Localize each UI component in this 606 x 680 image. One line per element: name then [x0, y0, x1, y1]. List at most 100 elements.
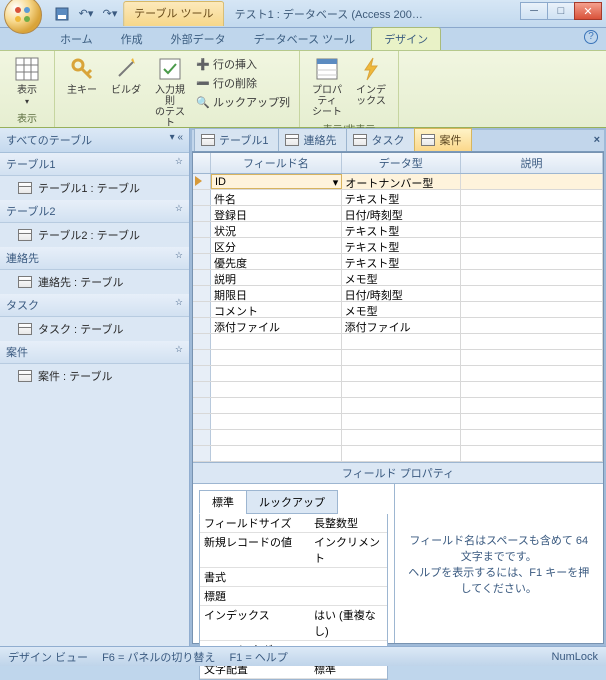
nav-group-header[interactable]: 案件☆: [0, 341, 189, 364]
table-icon: [18, 370, 32, 382]
table-icon: [18, 229, 32, 241]
key-icon: [68, 55, 96, 83]
property-row[interactable]: 新規レコードの値インクリメント: [200, 533, 387, 568]
contextual-tab-title: テーブル ツール: [123, 1, 224, 26]
grid-row[interactable]: 件名テキスト型: [193, 190, 603, 206]
grid-row-empty[interactable]: [193, 446, 603, 462]
nav-pane-header[interactable]: すべてのテーブル▾ «: [0, 128, 189, 153]
grid-body[interactable]: ID ▾オートナンバー型件名テキスト型登録日日付/時刻型状況テキスト型区分テキス…: [193, 174, 603, 462]
redo-icon[interactable]: ↷▾: [100, 4, 120, 24]
status-f1: F1 = ヘルプ: [229, 649, 287, 665]
nav-item[interactable]: 案件 : テーブル: [0, 364, 189, 388]
delete-row-icon: ➖: [196, 76, 210, 90]
grid-row-empty[interactable]: [193, 398, 603, 414]
grid-row[interactable]: 期限日日付/時刻型: [193, 286, 603, 302]
insert-rows-button[interactable]: ➕行の挿入: [193, 55, 293, 73]
indexes-button[interactable]: インデックス: [350, 53, 392, 109]
col-description[interactable]: 説明: [461, 153, 603, 173]
design-grid: フィールド名 データ型 説明 ID ▾オートナンバー型件名テキスト型登録日日付/…: [192, 152, 604, 644]
title-bar: ↶▾ ↷▾ ▾ テーブル ツール テスト1 : データベース (Access 2…: [0, 0, 606, 28]
grid-row[interactable]: 説明メモ型: [193, 270, 603, 286]
maximize-button[interactable]: □: [547, 2, 575, 20]
grid-row-empty[interactable]: [193, 382, 603, 398]
wand-icon: [112, 55, 140, 83]
validation-icon: [156, 55, 184, 83]
col-field-name[interactable]: フィールド名: [211, 153, 342, 173]
table-icon: [285, 134, 299, 146]
grid-row-empty[interactable]: [193, 334, 603, 350]
grid-row-empty[interactable]: [193, 366, 603, 382]
property-sheet-icon: [313, 55, 341, 83]
document-tabs: テーブル1連絡先タスク案件 ×: [192, 130, 604, 152]
col-data-type[interactable]: データ型: [342, 153, 461, 173]
property-row[interactable]: 標題: [200, 587, 387, 606]
lookup-icon: 🔍: [196, 95, 210, 109]
lookup-column-button[interactable]: 🔍ルックアップ列: [193, 93, 293, 111]
property-row[interactable]: 書式: [200, 568, 387, 587]
delete-rows-button[interactable]: ➖行の削除: [193, 74, 293, 92]
field-properties-pane: 標準 ルックアップ フィールドサイズ長整数型新規レコードの値インクリメント書式標…: [193, 483, 603, 643]
workspace: すべてのテーブル▾ « テーブル1☆テーブル1 : テーブルテーブル2☆テーブル…: [0, 128, 606, 646]
table-icon: [353, 134, 367, 146]
grid-row[interactable]: 添付ファイル添付ファイル: [193, 318, 603, 334]
save-icon[interactable]: [52, 4, 72, 24]
nav-item[interactable]: タスク : テーブル: [0, 317, 189, 341]
window-title: テスト1 : データベース (Access 200…: [235, 6, 423, 22]
navigation-pane: すべてのテーブル▾ « テーブル1☆テーブル1 : テーブルテーブル2☆テーブル…: [0, 128, 190, 646]
grid-row-empty[interactable]: [193, 350, 603, 366]
fp-tab-lookup[interactable]: ルックアップ: [246, 490, 338, 514]
table-icon: [18, 182, 32, 194]
nav-group-header[interactable]: テーブル1☆: [0, 153, 189, 176]
property-sheet-button[interactable]: プロパティ シート: [306, 53, 348, 120]
builder-button[interactable]: ビルダ: [105, 53, 147, 98]
minimize-button[interactable]: ─: [520, 2, 548, 20]
fp-tab-general[interactable]: 標準: [199, 490, 247, 514]
test-validation-button[interactable]: 入力規則 のテスト: [149, 53, 191, 131]
tab-design[interactable]: デザイン: [371, 27, 441, 50]
field-properties-title: フィールド プロパティ: [193, 462, 603, 483]
office-button[interactable]: [4, 0, 42, 34]
nav-group-header[interactable]: 連絡先☆: [0, 247, 189, 270]
status-bar: デザイン ビュー F6 = パネルの切り替え F1 = ヘルプ NumLock: [0, 646, 606, 666]
grid-row[interactable]: 登録日日付/時刻型: [193, 206, 603, 222]
primary-key-button[interactable]: 主キー: [61, 53, 103, 98]
help-icon[interactable]: ?: [584, 30, 598, 44]
tab-home[interactable]: ホーム: [48, 28, 105, 50]
tab-database-tools[interactable]: データベース ツール: [242, 28, 368, 50]
datasheet-view-icon: [13, 55, 41, 83]
document-tab[interactable]: 連絡先: [278, 128, 347, 151]
grid-row[interactable]: コメントメモ型: [193, 302, 603, 318]
view-button[interactable]: 表示▾: [6, 53, 48, 109]
property-row[interactable]: インデックスはい (重複なし): [200, 606, 387, 641]
table-icon: [421, 134, 435, 146]
ribbon: 表示▾ 表示 主キー ビルダ 入力規則 のテスト ➕行の挿入 ➖行の削除 🔍ルッ…: [0, 50, 606, 128]
table-icon: [201, 134, 215, 146]
grid-row[interactable]: 優先度テキスト型: [193, 254, 603, 270]
document-tab[interactable]: テーブル1: [194, 128, 279, 151]
nav-group-header[interactable]: タスク☆: [0, 294, 189, 317]
tab-external-data[interactable]: 外部データ: [159, 28, 238, 50]
document-tab[interactable]: 案件: [414, 128, 472, 151]
field-properties-help: フィールド名はスペースも含めて 64 文字までです。 ヘルプを表示するには、F1…: [394, 484, 604, 643]
grid-row-empty[interactable]: [193, 430, 603, 446]
insert-row-icon: ➕: [196, 57, 210, 71]
status-numlock: NumLock: [552, 651, 598, 663]
table-icon: [18, 323, 32, 335]
row-selector-header[interactable]: [193, 153, 211, 173]
document-area: テーブル1連絡先タスク案件 × フィールド名 データ型 説明 ID ▾オートナン…: [190, 128, 606, 646]
tab-create[interactable]: 作成: [109, 28, 155, 50]
grid-row[interactable]: 区分テキスト型: [193, 238, 603, 254]
grid-row[interactable]: ID ▾オートナンバー型: [193, 174, 603, 190]
nav-group-header[interactable]: テーブル2☆: [0, 200, 189, 223]
grid-row[interactable]: 状況テキスト型: [193, 222, 603, 238]
document-tab[interactable]: タスク: [346, 128, 415, 151]
grid-row-empty[interactable]: [193, 414, 603, 430]
undo-icon[interactable]: ↶▾: [76, 4, 96, 24]
property-row[interactable]: フィールドサイズ長整数型: [200, 514, 387, 533]
tab-close-icon[interactable]: ×: [594, 134, 600, 146]
nav-item[interactable]: テーブル1 : テーブル: [0, 176, 189, 200]
nav-item[interactable]: テーブル2 : テーブル: [0, 223, 189, 247]
close-button[interactable]: ✕: [574, 2, 602, 20]
nav-item[interactable]: 連絡先 : テーブル: [0, 270, 189, 294]
table-icon: [18, 276, 32, 288]
